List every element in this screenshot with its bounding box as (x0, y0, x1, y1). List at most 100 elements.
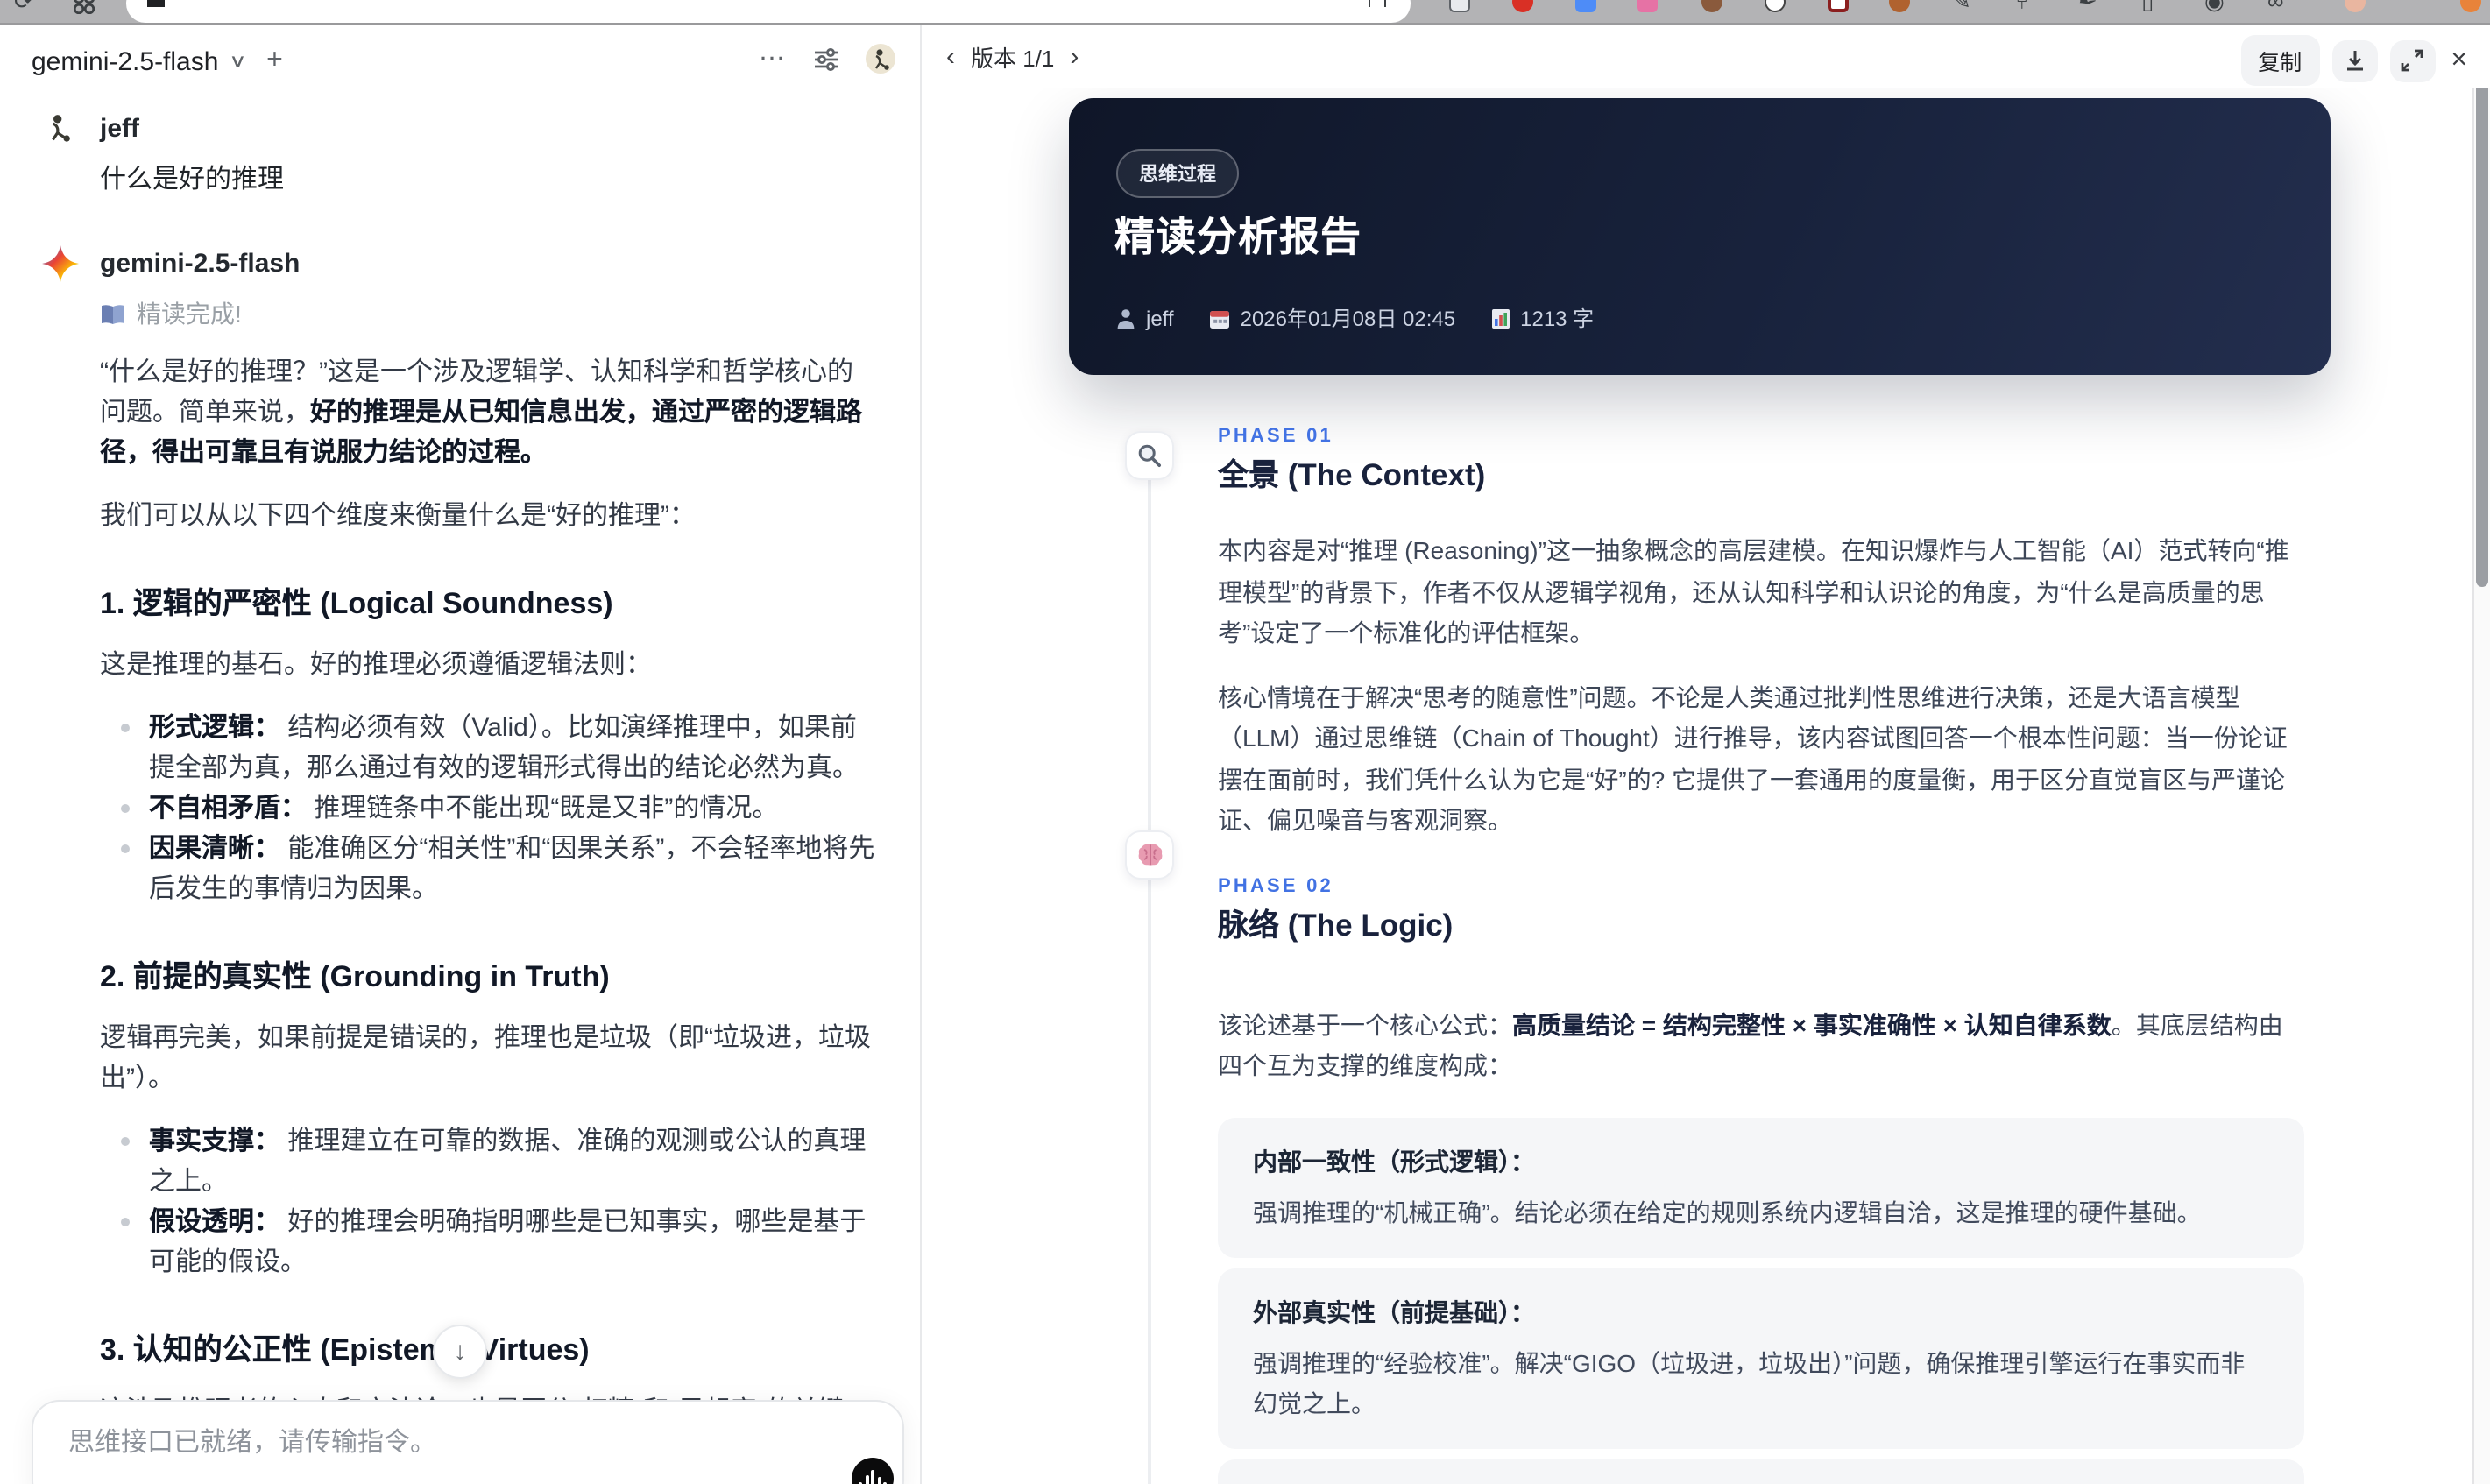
user-avatar[interactable] (866, 43, 895, 73)
version-prev-button[interactable]: ‹ (946, 44, 955, 70)
report-scrollbar-thumb[interactable] (2476, 74, 2488, 587)
assistant-name: gemini-2.5-flash (100, 248, 301, 278)
attach-plus-button[interactable]: + (65, 1479, 82, 1484)
status-line: 精读完成! (100, 296, 878, 331)
address-bar[interactable] (126, 0, 1411, 23)
phase-2-title: 脉络 (The Logic) (1218, 907, 1454, 942)
lead-paragraph: 我们可以从以下四个维度来衡量什么是“好的推理”： (100, 501, 696, 531)
bookmark-icon[interactable] (1369, 0, 1386, 7)
bullet-dot (121, 1218, 130, 1226)
list-item: 事实支撑： 推理建立在可靠的数据、准确的观测或公认的真理之上。 (100, 1121, 878, 1202)
section-2-bullets: 事实支撑： 推理建立在可靠的数据、准确的观测或公认的真理之上。 假设透明： 好的… (100, 1121, 878, 1283)
bullet-dot (121, 804, 130, 813)
settings-sliders-icon[interactable] (813, 45, 839, 71)
phase-1-icon-box (1125, 431, 1174, 480)
section-1-bullets: 形式逻辑： 结构必须有效（Valid）。比如演绎推理中，如果前提全部为真，那么通… (100, 708, 878, 909)
list-item: 不自相矛盾： 推理链条中不能出现“既是又非”的情况。 (100, 788, 878, 829)
assistant-content: “什么是好的推理？”这是一个涉及逻辑学、认知科学和哲学核心的问题。简单来说，好的… (100, 352, 878, 1484)
version-label: 版本 1/1 (971, 46, 1055, 72)
extension-eye-icon[interactable]: ◉ (2204, 0, 2225, 16)
voice-input-button[interactable] (852, 1458, 894, 1484)
logic-card-2: 外部真实性（前提基础）： 强调推理的“经验校准”。解决“GIGO（垃圾进，垃圾出… (1218, 1268, 2304, 1448)
brain-icon (1137, 844, 1162, 866)
download-icon (2346, 51, 2363, 71)
apps-grid-icon[interactable] (74, 0, 95, 14)
extension-pink-icon[interactable] (1637, 0, 1658, 12)
chevron-down-icon[interactable]: ∨ (229, 52, 247, 71)
list-item: 假设透明： 好的推理会明确指明哪些是已知事实，哪些是基于可能的假设。 (100, 1202, 878, 1283)
more-options-button[interactable]: ⋯ (759, 42, 787, 74)
copy-button[interactable]: 复制 (2240, 35, 2320, 86)
hero-badge: 思维过程 (1116, 149, 1239, 198)
extension-split-icon[interactable]: ⑂ (2015, 0, 2029, 14)
extension-pen-icon[interactable]: ✎ (1952, 0, 1971, 16)
extension-orange-icon[interactable] (1889, 0, 1910, 12)
meta-author: jeff (1116, 306, 1174, 330)
phase-2-label: PHASE 02 (1218, 875, 1333, 896)
phase-sections: PHASE 01 全景 (The Context) 本内容是对“推理 (Reas… (1218, 426, 2304, 1484)
book-icon (102, 304, 124, 323)
extension-darkred-icon[interactable] (1828, 0, 1849, 12)
magnifier-icon (1138, 444, 1162, 468)
close-panel-button[interactable]: × (2447, 45, 2471, 76)
chat-header: gemini-2.5-flash ∨ + ⋯ (0, 25, 920, 102)
bar-chart-icon (1491, 308, 1510, 328)
chat-messages: jeff 什么是好的推理 gemini-2.5-flash 精读完成! “什么是… (40, 109, 878, 1484)
new-chat-button[interactable]: + (266, 46, 283, 77)
user-message-text: 什么是好的推理 (100, 165, 285, 194)
phase-1-paragraph-2: 核心情境在于解决“思考的随意性”问题。不论是人类通过批判性思维进行决策，还是大语… (1218, 682, 2288, 834)
user-name: jeff (100, 113, 139, 143)
phase-2-icon-box (1125, 830, 1174, 880)
logic-cards: 内部一致性（形式逻辑）： 强调推理的“机械正确”。结论必须在给定的规则系统内逻辑… (1218, 1117, 2304, 1484)
report-meta: jeff 2026年01月08日 02:45 1213 字 (1116, 303, 1594, 333)
scroll-to-bottom-button[interactable]: ↓ (433, 1325, 487, 1379)
report-toolbar: ‹ 版本 1/1 › 复制 × (922, 25, 2490, 88)
report-scrollbar-track[interactable] (2472, 72, 2490, 1484)
user-message: jeff 什么是好的推理 (40, 109, 878, 196)
report-panel: ‹ 版本 1/1 › 复制 × 思维过程 精读分析报告 jeff 2026年01… (920, 25, 2490, 1484)
expand-button[interactable] (2389, 39, 2436, 81)
arrow-down-icon: ↓ (453, 1337, 467, 1367)
extension-panda-icon[interactable] (1765, 0, 1786, 12)
section-3-title: 3. 认知的公正性 (Epistemic Virtues) (100, 1333, 590, 1367)
browser-menu-orange-icon[interactable] (2460, 0, 2481, 12)
phase-1-label: PHASE 01 (1218, 426, 1333, 447)
list-item: 形式逻辑： 结构必须有效（Valid）。比如演绎推理中，如果前提全部为真，那么通… (100, 708, 878, 788)
extension-glasses-icon[interactable]: ∞ (2267, 0, 2284, 14)
phase-1-title: 全景 (The Context) (1218, 457, 1486, 492)
composer-input[interactable]: 思维接口已就绪，请传输指令。 (68, 1423, 867, 1459)
bullet-dot (121, 844, 130, 853)
extension-blue-icon[interactable] (1575, 0, 1596, 12)
section-1-title: 1. 逻辑的严密性 (Logical Soundness) (100, 587, 613, 620)
intro-paragraph: “什么是好的推理？”这是一个涉及逻辑学、认知科学和哲学核心的问题。简单来说，好的… (100, 357, 863, 468)
app-window: ⟳ ✎ ⑂ ✒ ▯ ◉ ∞ gemini-2.5-flash ∨ + ⋯ jef… (0, 0, 2490, 1484)
bullet-dot (121, 1137, 130, 1146)
status-text: 精读完成! (137, 300, 242, 328)
model-selector[interactable]: gemini-2.5-flash (32, 46, 218, 76)
browser-toolbar: ⟳ ✎ ⑂ ✒ ▯ ◉ ∞ (0, 0, 2490, 25)
chat-panel: gemini-2.5-flash ∨ + ⋯ jeff 什么是好的推理 gemi… (0, 25, 920, 1484)
list-item: 因果清晰： 能准确区分“相关性”和“因果关系”，不会轻率地将先后发生的事情归为因… (100, 829, 878, 909)
extension-red-icon[interactable] (1512, 0, 1533, 12)
composer[interactable]: 思维接口已就绪，请传输指令。 + (32, 1400, 904, 1484)
meta-word-count: 1213 字 (1490, 303, 1594, 333)
extension-pin-icon[interactable]: ✒ (2078, 0, 2097, 16)
version-next-button[interactable]: › (1070, 44, 1079, 70)
phase-timeline-line (1148, 478, 1151, 1484)
section-2-title: 2. 前提的真实性 (Grounding in Truth) (100, 960, 610, 993)
extension-goggles-icon[interactable] (1449, 0, 1470, 12)
browser-profile-avatar[interactable] (2345, 0, 2366, 12)
meta-datetime: 2026年01月08日 02:45 (1209, 303, 1455, 333)
download-button[interactable] (2331, 39, 2378, 81)
logic-card-1: 内部一致性（形式逻辑）： 强调推理的“机械正确”。结论必须在给定的规则系统内逻辑… (1218, 1117, 2304, 1257)
composer-actions: + (65, 1479, 202, 1484)
report-hero-card: 思维过程 精读分析报告 jeff 2026年01月08日 02:45 1213 … (1069, 98, 2331, 375)
section-1-intro: 这是推理的基石。好的推理必须遵循逻辑法则： (100, 650, 653, 680)
calendar-icon (1209, 310, 1229, 328)
extension-phone-icon[interactable]: ▯ (2141, 0, 2154, 16)
phase-1-paragraph-1: 本内容是对“推理 (Reasoning)”这一抽象概念的高层建模。在知识爆炸与人… (1218, 536, 2289, 647)
reload-icon[interactable]: ⟳ (14, 0, 33, 16)
extension-brown-icon[interactable] (1701, 0, 1722, 12)
bullet-dot (121, 724, 130, 732)
reader-menu-icon (147, 0, 165, 7)
